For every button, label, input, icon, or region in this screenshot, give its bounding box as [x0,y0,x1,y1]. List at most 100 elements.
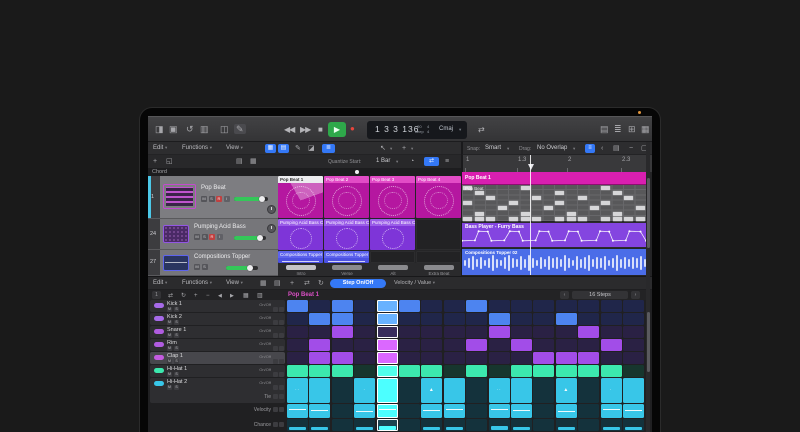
step-cell[interactable] [623,352,644,364]
pattern-note[interactable] [463,201,472,205]
step-cell[interactable] [332,378,353,403]
record-button[interactable]: ● [350,122,355,135]
row-mute-button[interactable]: M [167,346,172,351]
step-cell[interactable] [623,326,644,338]
step-cell[interactable] [601,326,622,338]
cycle-button[interactable]: ⇄ [478,123,485,136]
step-cell[interactable] [421,352,442,364]
step-cell[interactable] [489,419,510,431]
step-cell[interactable] [511,339,532,351]
track-pattern-thumbnail[interactable] [163,184,196,209]
volume-slider[interactable] [226,266,258,270]
velocity-level-line[interactable] [446,409,463,410]
velocity-level-line[interactable] [603,409,620,410]
track-i-button[interactable]: I [217,234,223,240]
seq-grid-icon[interactable]: ▦ [260,279,267,289]
track-m-button[interactable]: M [194,264,200,270]
loop-cell[interactable]: Pumping Acid Bass C# [324,219,369,250]
step-cell[interactable] [466,313,487,325]
step-cell[interactable] [377,313,398,325]
step-cell[interactable] [489,313,510,325]
scene-trigger-button[interactable] [378,265,408,270]
step-cell[interactable] [309,404,330,418]
step-cell[interactable] [578,419,599,431]
step-cell[interactable] [309,365,330,377]
step-cell[interactable] [332,300,353,312]
step-cell[interactable] [623,313,644,325]
step-cell[interactable] [466,404,487,418]
step-cell[interactable] [377,365,398,377]
rows-view-toggle[interactable]: ▤ [278,144,289,153]
chance-level-bar[interactable] [379,426,396,430]
step-cell[interactable] [309,300,330,312]
step-cell[interactable] [466,326,487,338]
step-cell[interactable] [332,326,353,338]
grid-view-toggle[interactable]: ▦ [265,144,276,153]
velocity-value-mode-button[interactable]: Velocity / Value ▾ [394,280,435,286]
subrow-option-button[interactable] [273,422,278,427]
step-cell[interactable] [399,378,420,403]
subrow-label[interactable]: Chance [254,422,271,428]
row-option-button[interactable] [279,359,284,364]
step-cell[interactable] [332,365,353,377]
step-cell[interactable] [332,339,353,351]
library-icon[interactable]: ▣ [169,124,178,134]
loop-cell-empty[interactable] [370,251,415,263]
scene-trigger-button[interactable] [332,265,362,270]
step-cell[interactable] [556,313,577,325]
step-cell[interactable] [444,339,465,351]
row-solo-button[interactable]: S [174,320,179,325]
step-cell[interactable] [287,352,308,364]
pattern-note[interactable] [532,217,541,221]
loop-cell[interactable]: Pop Beat 1 [278,176,323,218]
row-option-button[interactable] [279,372,284,377]
track-pattern-thumbnail[interactable] [163,225,189,243]
seq-add-icon[interactable]: + [290,279,294,289]
track-header[interactable]: 24 Pumping Acid Bass MSRI [148,219,278,250]
step-cell[interactable] [623,404,644,418]
chance-level-bar[interactable] [423,427,440,430]
step-cell[interactable] [421,404,442,418]
loop-cell-empty[interactable] [416,219,461,250]
step-cell[interactable] [511,419,532,431]
track-name[interactable]: Pop Beat [201,185,226,191]
step-cell[interactable] [377,339,398,351]
step-cell[interactable] [489,365,510,377]
step-cell[interactable] [377,378,398,403]
step-cell[interactable] [578,300,599,312]
row-option-button[interactable] [279,333,284,338]
velocity-level-line[interactable] [289,409,306,410]
step-cell[interactable] [623,419,644,431]
chance-level-bar[interactable] [491,426,508,429]
pattern-note[interactable] [486,196,495,200]
loop-cell[interactable]: Compositions Topper [278,251,323,263]
row-option-button[interactable] [279,320,284,325]
pattern-index-box[interactable]: 1 [152,291,161,299]
edit-menu[interactable]: Edit ▾ [153,145,167,151]
step-onoff-mode-button[interactable]: Step On/Off [330,279,386,288]
pattern-note[interactable] [486,217,495,221]
step-cell[interactable] [444,313,465,325]
quantize-pie-icon[interactable]: ◔ [410,157,414,167]
step-cell[interactable] [332,419,353,431]
row-solo-button[interactable]: S [174,385,179,390]
step-cell[interactable] [421,313,442,325]
step-cell[interactable] [623,365,644,377]
step-cell[interactable] [511,313,532,325]
list-editors-icon[interactable]: ▤ [600,124,609,134]
loop-cell[interactable]: Pop Beat 3 [370,176,415,218]
step-cell[interactable] [354,365,375,377]
step-cell[interactable] [287,326,308,338]
step-cell[interactable] [578,313,599,325]
pattern-note[interactable] [555,217,564,221]
midi-in-toggle[interactable]: ≣ [322,144,335,153]
pan-knob[interactable] [267,205,276,214]
sequencer-subrow-header[interactable]: Chance [150,419,285,431]
step-cell[interactable] [489,404,510,418]
pattern-note[interactable] [521,212,530,216]
add-track-icon[interactable]: + [153,157,157,167]
step-cell[interactable] [601,419,622,431]
snap-value[interactable]: Smart [485,145,501,151]
step-cell[interactable] [556,339,577,351]
step-cell[interactable] [511,300,532,312]
